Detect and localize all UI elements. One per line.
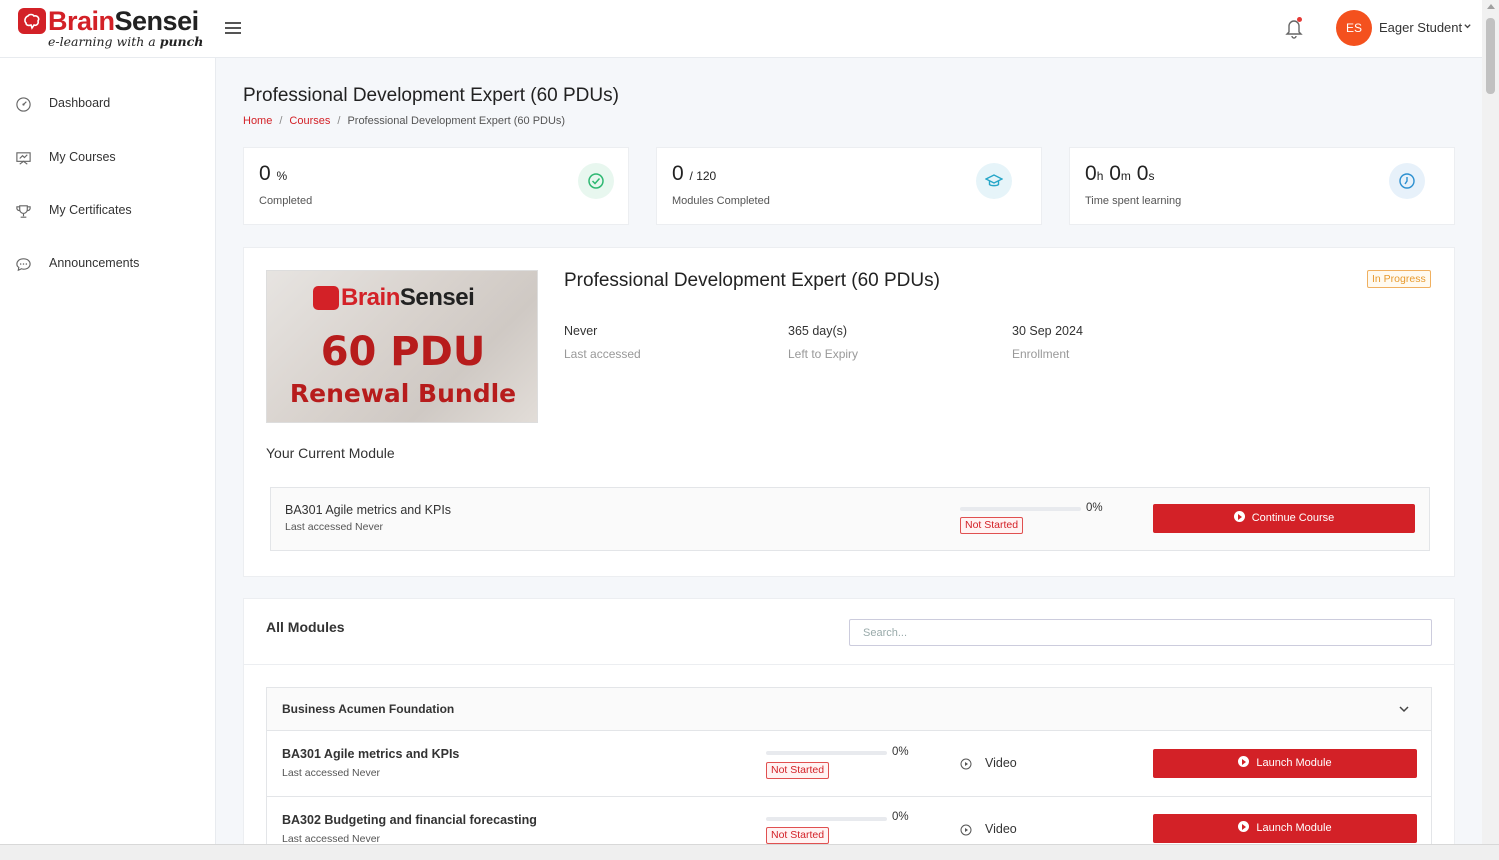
brain-icon (18, 8, 46, 34)
thumbnail-headline: 60 PDU (320, 329, 486, 375)
stat-value: 0h 0m 0s (1085, 162, 1155, 185)
sidebar-item-label: My Courses (49, 150, 116, 164)
breadcrumb: Home / Courses / Professional Development Ex… (243, 115, 565, 127)
module-group-header[interactable]: Business Acumen Foundation (267, 688, 1431, 731)
progress-percent: 0% (892, 811, 909, 823)
stat-label: Modules Completed (672, 195, 770, 207)
breadcrumb-home-link[interactable]: Home (243, 115, 272, 127)
launch-module-button[interactable]: Launch Module (1153, 814, 1417, 843)
expiry-value: 365 day(s) (788, 324, 848, 338)
chat-bubble-icon (16, 258, 31, 272)
module-title: BA302 Budgeting and financial forecastin… (282, 813, 537, 827)
breadcrumb-separator: / (279, 115, 283, 127)
clock-icon (1389, 163, 1425, 199)
stat-card-modules: 0 / 120 Modules Completed (656, 147, 1042, 225)
logo-wordmark: BrainSensei (48, 6, 199, 36)
stat-value: 0 / 120 (672, 162, 717, 185)
scrollbar-thumb[interactable] (1486, 18, 1495, 94)
page-title: Professional Development Expert (60 PDUs… (243, 85, 619, 106)
sidebar-item-my-courses[interactable]: My Courses (0, 138, 215, 178)
expiry-label: Left to Expiry (788, 347, 859, 361)
page-scrollbar[interactable] (1482, 0, 1499, 860)
graduation-cap-icon (976, 163, 1012, 199)
progress-percent: 0% (1086, 502, 1103, 514)
launch-module-button[interactable]: Launch Module (1153, 749, 1417, 778)
menu-toggle-icon[interactable] (225, 19, 241, 35)
brainsensei-logo[interactable]: BrainSensei e-learning with a punch (16, 6, 204, 52)
breadcrumb-current: Professional Development Expert (60 PDUs… (347, 115, 566, 127)
module-title: BA301 Agile metrics and KPIs (282, 747, 460, 761)
play-icon (1233, 511, 1245, 522)
enrollment-value: 30 Sep 2024 (1012, 324, 1083, 338)
course-thumbnail: BrainSensei 60 PDU Renewal Bundle (266, 270, 538, 423)
thumbnail-brand: BrainSensei (341, 284, 475, 311)
module-type: Video (985, 822, 1017, 836)
all-modules-title: All Modules (266, 619, 345, 635)
divider (244, 664, 1454, 665)
status-badge: Not Started (766, 827, 830, 844)
play-circle-icon (960, 758, 972, 770)
course-overview-card: BrainSensei 60 PDU Renewal Bundle Profes… (243, 247, 1455, 577)
all-modules-card: All Modules Business Acumen Foundation B… (243, 598, 1455, 860)
gauge-icon (16, 97, 31, 112)
scroll-up-arrow-icon[interactable] (1487, 4, 1495, 9)
status-badge: Not Started (766, 762, 830, 779)
progress-percent: 0% (892, 746, 909, 758)
progress-bar (766, 751, 887, 755)
module-title: BA301 Agile metrics and KPIs (285, 503, 452, 517)
thumbnail-subtitle: Renewal Bundle (289, 379, 517, 408)
presentation-board-icon (16, 152, 31, 165)
user-avatar[interactable]: ES (1336, 10, 1372, 46)
module-type: Video (985, 756, 1017, 770)
play-circle-icon (960, 824, 972, 836)
stat-label: Completed (259, 195, 313, 207)
brain-icon (313, 286, 339, 310)
sidebar-item-my-certificates[interactable]: My Certificates (0, 191, 215, 231)
sidebar-item-label: Announcements (49, 256, 140, 270)
notification-dot (1297, 17, 1302, 22)
chevron-down-icon[interactable] (1398, 703, 1410, 715)
module-group-title: Business Acumen Foundation (282, 702, 455, 716)
module-group: Business Acumen Foundation BA301 Agile m… (266, 687, 1432, 859)
progress-bar (766, 817, 887, 821)
progress-bar (960, 507, 1081, 511)
module-last-accessed: Last accessed Never (282, 767, 381, 779)
sidebar-item-dashboard[interactable]: Dashboard (0, 84, 215, 124)
current-module-heading: Your Current Module (266, 445, 395, 461)
last-accessed-value: Never (564, 324, 598, 338)
stat-card-completed: 0 % Completed (243, 147, 629, 225)
sidebar: Dashboard My Courses My Certificates Ann… (0, 58, 216, 860)
chevron-down-icon[interactable] (1463, 22, 1472, 31)
last-accessed-label: Last accessed (564, 347, 641, 361)
stat-card-time: 0h 0m 0s Time spent learning (1069, 147, 1455, 225)
logo-tagline: e-learning with a punch (48, 34, 204, 49)
top-header: BrainSensei e-learning with a punch ES E… (0, 0, 1482, 58)
current-module-row: BA301 Agile metrics and KPIs Last access… (270, 487, 1430, 551)
play-icon (1238, 756, 1250, 767)
user-name[interactable]: Eager Student (1379, 20, 1462, 35)
continue-course-button[interactable]: Continue Course (1153, 504, 1415, 533)
play-icon (1238, 821, 1250, 832)
course-title: Professional Development Expert (60 PDUs… (564, 270, 940, 291)
breadcrumb-courses-link[interactable]: Courses (289, 115, 330, 127)
status-badge: In Progress (1367, 270, 1431, 288)
stat-value: 0 % (259, 162, 288, 185)
module-row: BA301 Agile metrics and KPIs Last access… (267, 731, 1431, 797)
notification-bell-icon[interactable] (1284, 17, 1304, 39)
search-input[interactable] (849, 619, 1432, 646)
module-last-accessed: Last accessed Never (285, 521, 384, 533)
trophy-icon (16, 205, 31, 218)
check-circle-icon (578, 163, 614, 199)
os-taskbar (0, 844, 1499, 860)
sidebar-item-announcements[interactable]: Announcements (0, 244, 215, 284)
sidebar-item-label: Dashboard (49, 96, 111, 110)
status-badge: Not Started (960, 517, 1024, 534)
enrollment-label: Enrollment (1012, 347, 1070, 361)
breadcrumb-separator: / (337, 115, 341, 127)
sidebar-item-label: My Certificates (49, 203, 132, 217)
stat-label: Time spent learning (1085, 195, 1182, 207)
